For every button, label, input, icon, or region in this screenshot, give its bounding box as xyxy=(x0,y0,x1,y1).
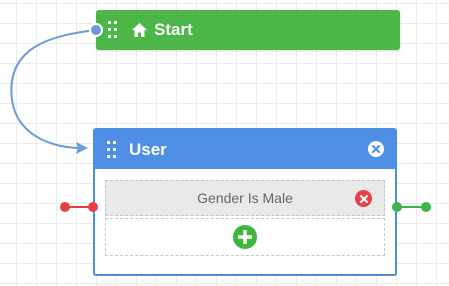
flow-canvas[interactable]: Start User Gender Is Male xyxy=(0,0,449,286)
condition-item[interactable]: Gender Is Male xyxy=(105,180,385,216)
connector-arrow-icon xyxy=(76,142,88,154)
drag-handle-icon[interactable] xyxy=(107,140,117,159)
drag-handle-icon[interactable] xyxy=(108,21,118,39)
remove-condition-icon[interactable] xyxy=(355,190,372,207)
input-port[interactable] xyxy=(88,202,98,212)
add-condition-area[interactable] xyxy=(105,218,385,256)
home-icon xyxy=(132,23,147,37)
user-node-label: User xyxy=(129,139,167,159)
input-port-outer[interactable] xyxy=(60,202,70,212)
output-port[interactable] xyxy=(392,202,402,212)
condition-label: Gender Is Male xyxy=(197,190,293,206)
user-node-header[interactable]: User xyxy=(95,130,395,169)
start-output-port[interactable] xyxy=(89,23,103,37)
start-node-label: Start xyxy=(154,20,193,39)
close-icon[interactable] xyxy=(368,141,384,157)
user-node[interactable]: User Gender Is Male xyxy=(93,128,397,276)
output-port-outer[interactable] xyxy=(421,202,431,212)
start-node[interactable]: Start xyxy=(96,10,400,50)
plus-circle-icon[interactable] xyxy=(233,225,257,249)
